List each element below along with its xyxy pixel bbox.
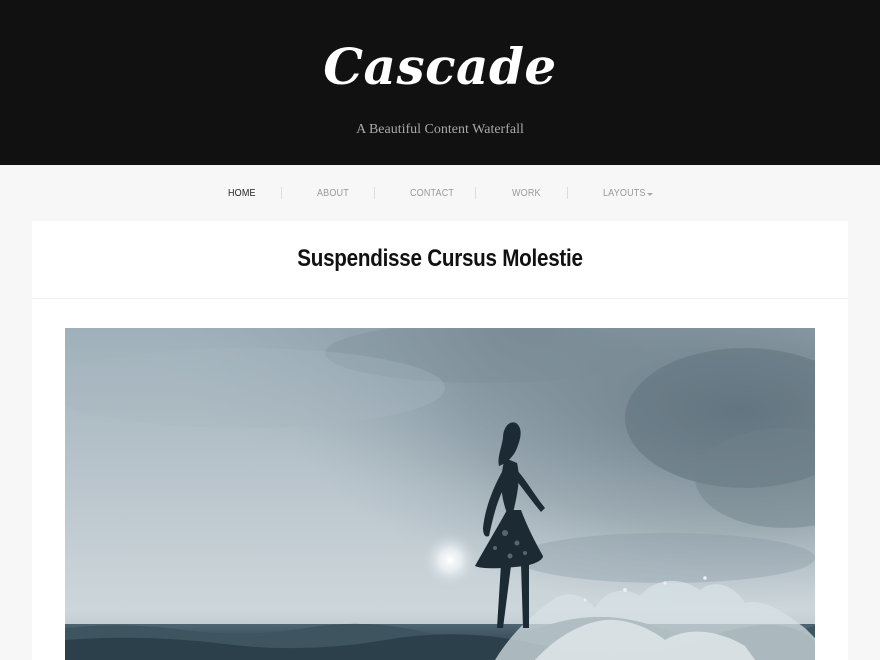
nav-item-contact[interactable]: CONTACT [410, 186, 454, 202]
chevron-down-icon[interactable] [647, 193, 653, 196]
nav-item-layouts[interactable]: LAYOUTS [603, 186, 646, 202]
nav-item-work[interactable]: WORK [512, 186, 541, 202]
nav-separator [281, 187, 282, 199]
site-tagline: A Beautiful Content Waterfall [356, 122, 524, 137]
post-title[interactable]: Suspendisse Cursus Molestie [89, 243, 791, 275]
featured-image[interactable] [65, 328, 815, 660]
title-divider [32, 298, 848, 299]
nav-separator [374, 187, 375, 199]
nav-separator [475, 187, 476, 199]
site-header: Cascade A Beautiful Content Waterfall [0, 0, 880, 165]
nav-item-home[interactable]: HOME [228, 186, 256, 202]
nav-item-about[interactable]: ABOUT [317, 186, 349, 202]
nav-separator [567, 187, 568, 199]
post-card: Suspendisse Cursus Molestie [32, 221, 848, 660]
site-title[interactable]: Cascade [0, 32, 880, 102]
main-nav: HOME ABOUT CONTACT WORK LAYOUTS [0, 165, 880, 221]
